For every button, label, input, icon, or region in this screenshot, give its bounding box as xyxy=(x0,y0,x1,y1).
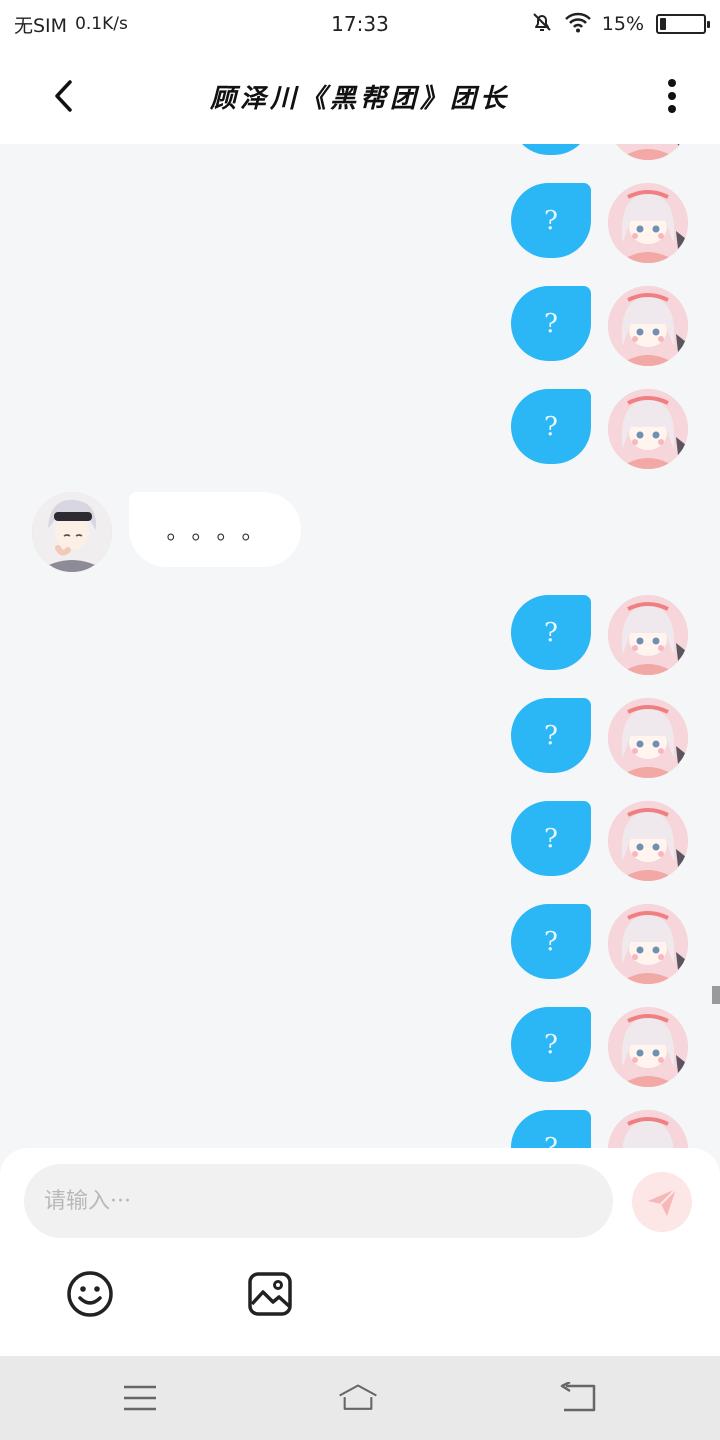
status-bar: 无SIM 0.1K/s 17:33 15% xyxy=(0,0,720,48)
message-input[interactable] xyxy=(24,1164,613,1238)
message-row-self: ? xyxy=(0,1007,720,1087)
vertical-dots-icon xyxy=(668,79,676,113)
message-bubble-self[interactable]: ? xyxy=(511,183,591,258)
return-button[interactable] xyxy=(558,1378,598,1418)
wifi-icon xyxy=(564,11,592,38)
message-row-self: ? xyxy=(0,904,720,984)
message-composer xyxy=(0,1148,720,1356)
avatar-self[interactable] xyxy=(608,1007,688,1087)
avatar-other[interactable] xyxy=(32,492,112,572)
network-speed: 0.1K/s xyxy=(75,14,128,34)
send-button[interactable] xyxy=(632,1172,692,1232)
chat-header: 顾泽川《黑帮团》团长 xyxy=(0,48,720,144)
more-options-button[interactable] xyxy=(648,72,696,120)
message-row-self: ? xyxy=(0,1110,720,1148)
avatar-self[interactable] xyxy=(608,183,688,263)
status-left: 无SIM 0.1K/s xyxy=(14,11,128,38)
avatar-self[interactable] xyxy=(608,286,688,366)
chevron-left-icon xyxy=(55,80,72,112)
avatar-self[interactable] xyxy=(608,595,688,675)
message-row-self: ? xyxy=(0,698,720,778)
message-row-self: ? xyxy=(0,183,720,263)
message-bubble-self[interactable]: ? xyxy=(511,144,591,155)
message-row-self: ? xyxy=(0,389,720,469)
chat-title: 顾泽川《黑帮团》团长 xyxy=(209,83,510,114)
message-row-self: ? xyxy=(0,801,720,881)
message-bubble-self[interactable]: ? xyxy=(511,595,591,670)
battery-percent: 15% xyxy=(601,13,644,35)
image-picker-button[interactable] xyxy=(246,1270,294,1318)
message-row-self: ? xyxy=(0,144,720,160)
home-icon xyxy=(339,1384,377,1410)
message-bubble-self[interactable]: ? xyxy=(511,904,591,979)
avatar-self[interactable] xyxy=(608,698,688,778)
avatar-self[interactable] xyxy=(608,801,688,881)
message-bubble-self[interactable]: ? xyxy=(511,286,591,361)
message-bubble-self[interactable]: ? xyxy=(511,1110,591,1148)
message-row-self: ? xyxy=(0,595,720,675)
battery-icon xyxy=(656,14,710,34)
scrollbar-thumb[interactable] xyxy=(712,986,720,1004)
message-bubble-self[interactable]: ? xyxy=(511,698,591,773)
back-button[interactable] xyxy=(40,72,88,120)
message-bubble-self[interactable]: ? xyxy=(511,389,591,464)
menu-button[interactable] xyxy=(120,1378,160,1418)
message-bubble-other[interactable]: 。。。。 xyxy=(129,492,301,567)
bell-muted-icon xyxy=(530,10,554,39)
menu-icon xyxy=(124,1385,156,1411)
avatar-self[interactable] xyxy=(608,1110,688,1148)
paper-plane-icon xyxy=(648,1188,677,1216)
sim-status: 无SIM xyxy=(14,14,68,37)
avatar-self[interactable] xyxy=(608,904,688,984)
battery-level xyxy=(660,18,666,30)
status-right: 15% xyxy=(530,10,710,39)
return-icon xyxy=(560,1382,596,1412)
smiley-icon xyxy=(67,1271,113,1317)
message-bubble-self[interactable]: ? xyxy=(511,801,591,876)
home-button[interactable] xyxy=(338,1378,378,1418)
message-bubble-self[interactable]: ? xyxy=(511,1007,591,1082)
message-row-other: 。。。。 xyxy=(0,492,720,572)
image-icon xyxy=(248,1272,292,1316)
avatar-self[interactable] xyxy=(608,144,688,160)
message-list[interactable]: ? ? ? ? 。。。。 ? ? ? ? ? ? xyxy=(0,144,720,1148)
avatar-self[interactable] xyxy=(608,389,688,469)
message-row-self: ? xyxy=(0,286,720,366)
emoji-button[interactable] xyxy=(66,1270,114,1318)
system-nav-bar xyxy=(0,1356,720,1440)
